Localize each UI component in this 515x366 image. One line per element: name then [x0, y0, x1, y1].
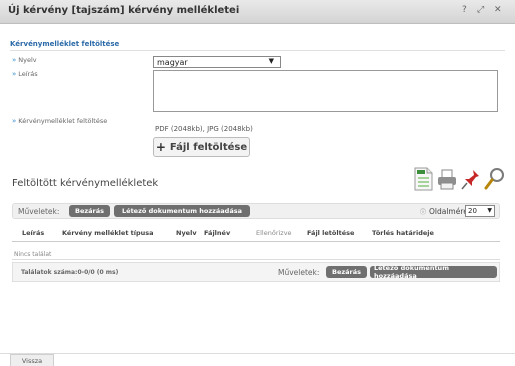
- column-header[interactable]: Kérvény melléklet típusa: [62, 229, 154, 237]
- page-size-select[interactable]: 20 ▼: [465, 205, 495, 217]
- description-textarea[interactable]: [153, 70, 498, 112]
- upload-label: » Kérvénymelléklet feltöltése: [12, 117, 107, 125]
- uploaded-list-title: Feltöltött kérvénymellékletek: [12, 178, 159, 189]
- format-hint: PDF (2048kb), JPG (2048kb): [155, 125, 253, 133]
- empty-message: Nincs találat: [14, 251, 52, 258]
- search-icon[interactable]: [483, 166, 507, 192]
- column-header[interactable]: Leírás: [22, 229, 44, 237]
- arrow-bullet-icon: »: [12, 70, 17, 78]
- close-icon[interactable]: ✕: [494, 5, 502, 15]
- help-icon[interactable]: ?: [462, 5, 467, 15]
- column-header: Ellenőrizve: [256, 229, 292, 237]
- column-header[interactable]: Nyelv: [176, 229, 197, 237]
- back-tab[interactable]: Vissza: [10, 354, 54, 366]
- column-header: Törlés határideje: [372, 229, 434, 237]
- description-label-text: Leírás: [18, 70, 38, 78]
- list-toolbar: Műveletek: Bezárás Létező dokumentum hoz…: [12, 203, 500, 219]
- footer-close-button[interactable]: Bezárás: [326, 266, 367, 278]
- close-button[interactable]: Bezárás: [69, 205, 110, 217]
- description-label: » Leírás: [12, 70, 38, 78]
- table-header: Leírás Kérvény melléklet típusa Nyelv Fá…: [12, 226, 500, 242]
- row-divider: [12, 259, 500, 260]
- upload-label-text: Kérvénymelléklet feltöltése: [18, 117, 108, 125]
- table-footer: Találatok száma:0-0/0 (0 ms) Műveletek: …: [12, 262, 500, 282]
- upload-file-button[interactable]: + Fájl feltöltése: [153, 137, 250, 157]
- language-select-value: magyar: [157, 58, 188, 67]
- result-stats: Találatok száma:0-0/0 (0 ms): [21, 269, 119, 276]
- footer-actions-label: Műveletek:: [278, 268, 320, 277]
- language-label-text: Nyelv: [18, 56, 37, 64]
- plus-icon: +: [155, 140, 166, 154]
- actions-label: Műveletek:: [18, 207, 60, 216]
- dialog-titlebar: Új kérvény [tajszám] kérvény mellékletei…: [0, 0, 515, 24]
- bottom-divider: [0, 353, 515, 354]
- pin-icon[interactable]: [459, 166, 483, 192]
- chevron-down-icon: ▼: [268, 57, 274, 65]
- arrow-bullet-icon: »: [12, 117, 17, 125]
- upload-file-button-label: Fájl feltöltése: [169, 141, 248, 153]
- language-select[interactable]: magyar ▼: [153, 56, 281, 68]
- popout-icon[interactable]: ⤢: [477, 5, 484, 15]
- column-header[interactable]: Fájlnév: [204, 229, 230, 237]
- section-heading: Kérvénymelléklet feltöltése: [10, 40, 120, 48]
- arrow-bullet-icon: »: [12, 56, 17, 64]
- footer-add-existing-button[interactable]: Létező dokumentum hozzáadása: [370, 264, 497, 280]
- info-icon[interactable]: ⓘ: [420, 207, 426, 216]
- dialog-title: Új kérvény [tajszám] kérvény mellékletei: [8, 5, 240, 16]
- chevron-down-icon: ▼: [487, 207, 492, 214]
- section-divider: [10, 50, 505, 51]
- print-icon[interactable]: [435, 166, 459, 192]
- language-label: » Nyelv: [12, 56, 37, 64]
- column-header: Fájl letöltése: [307, 229, 355, 237]
- excel-export-icon[interactable]: [411, 166, 435, 192]
- page-size-value: 20: [468, 207, 477, 215]
- add-existing-document-button[interactable]: Létező dokumentum hozzáadása: [114, 205, 250, 217]
